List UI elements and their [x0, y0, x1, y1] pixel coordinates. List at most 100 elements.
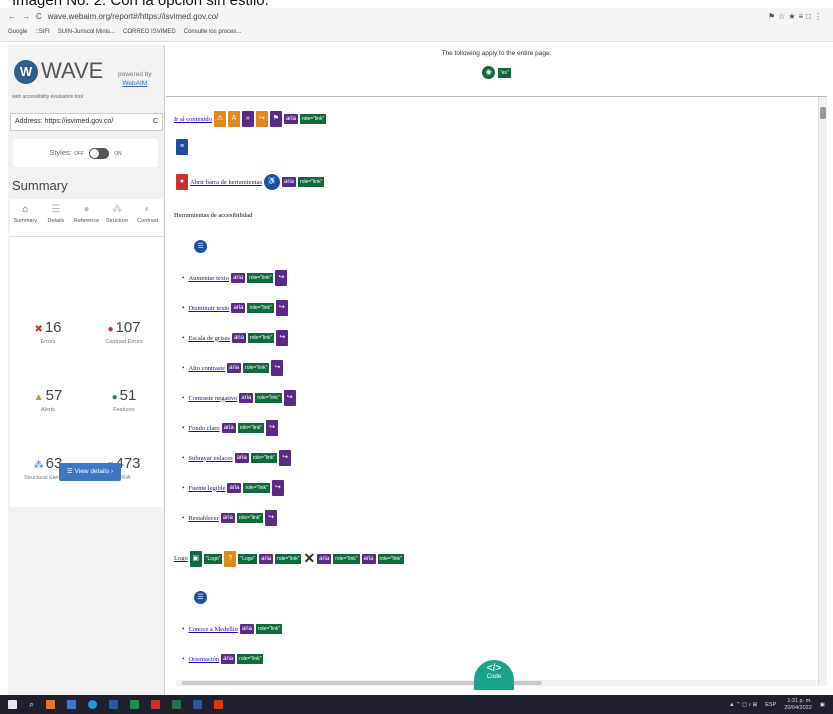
redundant-link-icon[interactable]: ↪ — [275, 270, 288, 286]
tool-link[interactable]: Disminuir texto — [188, 305, 229, 312]
app-icon[interactable] — [46, 700, 56, 709]
app-icon[interactable] — [109, 700, 119, 709]
aria-icon[interactable]: » — [241, 111, 254, 127]
bookmark[interactable]: CORREO ISVIMED — [123, 29, 176, 35]
error-icon[interactable]: ● — [176, 174, 188, 190]
redundant-link-icon[interactable]: ↪ — [275, 300, 288, 316]
alt-tag[interactable]: "Logo" — [238, 553, 258, 564]
address-value[interactable]: https://isvimed.gov.co/ — [45, 118, 114, 125]
redundant-link-icon[interactable]: ↪ — [271, 480, 284, 496]
bookmark[interactable]: Google — [8, 29, 27, 35]
aria-tag[interactable]: aria — [221, 423, 236, 433]
role-tag[interactable]: role="link" — [237, 654, 264, 664]
toolbar-link[interactable]: Abrir barra de herramientas — [190, 179, 262, 186]
role-tag[interactable]: role="link" — [250, 453, 277, 463]
logo-link[interactable]: Logo — [174, 555, 188, 562]
list-icon[interactable]: ☰ — [194, 591, 207, 604]
redundant-link-icon[interactable]: ↪ — [283, 390, 296, 406]
alert-icon[interactable]: ⚠ — [213, 111, 226, 127]
aria-tag[interactable]: aria — [231, 273, 246, 283]
notification-icon[interactable]: ▣ — [820, 702, 825, 708]
aria-tag[interactable]: aria — [221, 654, 236, 664]
role-tag[interactable]: role="link" — [247, 303, 274, 313]
view-details-button[interactable]: ☰ View details › — [59, 463, 121, 481]
role-tag[interactable]: role="link" — [255, 624, 283, 634]
tab-contrast[interactable]: ◐ Contrast — [132, 199, 163, 236]
image-icon[interactable]: ▣ — [189, 550, 202, 567]
tool-link[interactable]: Contraste negativo — [188, 395, 237, 402]
tool-link[interactable]: Fuente legible — [188, 485, 225, 492]
accessibility-icon[interactable]: ♿ — [264, 174, 281, 190]
nav-link[interactable]: Orientación — [188, 656, 219, 663]
aria-tag[interactable]: aria — [227, 363, 242, 373]
code-button[interactable]: </> Code — [474, 660, 514, 690]
role-tag[interactable]: role="link" — [236, 513, 264, 523]
bookmark[interactable]: ::SIFI — [35, 29, 49, 35]
aria-tag[interactable]: aria — [282, 177, 297, 187]
tool-link[interactable]: Escala de grises — [188, 335, 230, 342]
search-icon[interactable]: ⌕ — [29, 699, 34, 710]
pdf-icon[interactable] — [214, 700, 224, 709]
features-stat[interactable]: ● 51 Features — [86, 387, 162, 413]
back-icon[interactable]: ← — [8, 12, 16, 21]
redundant-link-icon[interactable]: ↪ — [266, 420, 279, 436]
language-tag[interactable]: "es" — [497, 68, 511, 78]
list-icon[interactable]: ≡ — [176, 139, 188, 155]
forward-icon[interactable]: → — [22, 12, 30, 21]
browser-icon[interactable] — [88, 700, 98, 709]
language-icon[interactable]: ◉ — [482, 66, 496, 79]
word-icon[interactable] — [193, 700, 203, 709]
role-tag[interactable]: role="link" — [333, 553, 360, 564]
app-icon[interactable] — [67, 700, 77, 709]
url-bar[interactable]: wave.webaim.org/report#/https://isvimed.… — [48, 12, 219, 21]
role-tag[interactable]: role="link" — [247, 333, 275, 343]
aria-tag[interactable]: aria — [231, 303, 246, 313]
redundant-link-icon[interactable]: ↪ — [279, 450, 291, 466]
aria-tag[interactable]: aria — [283, 114, 298, 124]
aria-tag[interactable]: aria — [227, 483, 242, 493]
role-tag[interactable]: role="link" — [298, 177, 325, 187]
windows-icon[interactable] — [8, 700, 17, 709]
tab-structure[interactable]: ⁂ Structure — [102, 199, 133, 236]
bookmark[interactable]: Consulte los proces... — [184, 29, 242, 35]
tab-reference[interactable]: ● Reference — [71, 199, 102, 236]
language-indicator[interactable]: ESP — [765, 702, 776, 708]
redundant-link-icon[interactable]: ↪ — [271, 360, 284, 376]
role-tag[interactable]: role="link" — [377, 553, 404, 564]
role-tag[interactable]: role="link" — [247, 273, 274, 283]
tool-link[interactable]: Restablecer — [188, 515, 218, 522]
address-field[interactable]: Address: https://isvimed.gov.co/C — [10, 113, 163, 131]
aria-tag[interactable]: aria — [234, 453, 249, 463]
tool-link[interactable]: Fondo claro — [188, 425, 219, 432]
browser-toolbar-icons[interactable]: ⚑☆★≡□⋮ — [768, 12, 825, 21]
aria-tag[interactable]: aria — [220, 513, 235, 523]
alt-tag[interactable]: "Logo" — [203, 553, 223, 564]
errors-stat[interactable]: ✖ 16 Errors — [10, 319, 86, 345]
redundant-link-icon[interactable]: ↪ — [255, 111, 268, 127]
tool-link[interactable]: Subrayar enlaces — [188, 455, 232, 462]
tool-link[interactable]: Aumentar texto — [188, 275, 229, 282]
role-tag[interactable]: role="link" — [243, 483, 270, 493]
list-icon[interactable]: ☰ — [194, 240, 207, 253]
tool-link[interactable]: Alto contraste — [188, 365, 225, 372]
close-icon[interactable]: ✕ — [303, 550, 315, 567]
aria-tag[interactable]: aria — [317, 553, 332, 564]
role-tag[interactable]: role="link" — [237, 423, 265, 433]
vertical-scrollbar[interactable] — [818, 97, 827, 686]
role-tag[interactable]: role="link" — [299, 114, 327, 124]
clock[interactable]: 1:31 p. m. 20/04/2022 — [784, 698, 812, 712]
reload-icon[interactable]: C — [36, 12, 42, 21]
app-icon[interactable] — [130, 700, 140, 709]
redundant-link-icon[interactable]: ↪ — [265, 510, 278, 526]
alert-icon[interactable]: ? — [224, 550, 237, 567]
tab-summary[interactable]: ⌂ Summary — [10, 199, 41, 236]
role-tag[interactable]: role="link" — [243, 363, 270, 373]
webaim-link[interactable]: WebAIM — [118, 79, 152, 88]
refresh-icon[interactable]: C — [153, 114, 158, 130]
skip-link[interactable]: Ir al contenido — [174, 116, 212, 123]
bookmark[interactable]: SUIN-Juriscol Minis... — [58, 29, 115, 35]
aria-tag[interactable]: aria — [361, 553, 376, 564]
app-icon[interactable] — [151, 700, 161, 709]
tray-icons[interactable]: ▲ ⌃ ◻ ♪ ⊞ — [729, 702, 757, 708]
styles-toggle[interactable] — [89, 147, 110, 159]
